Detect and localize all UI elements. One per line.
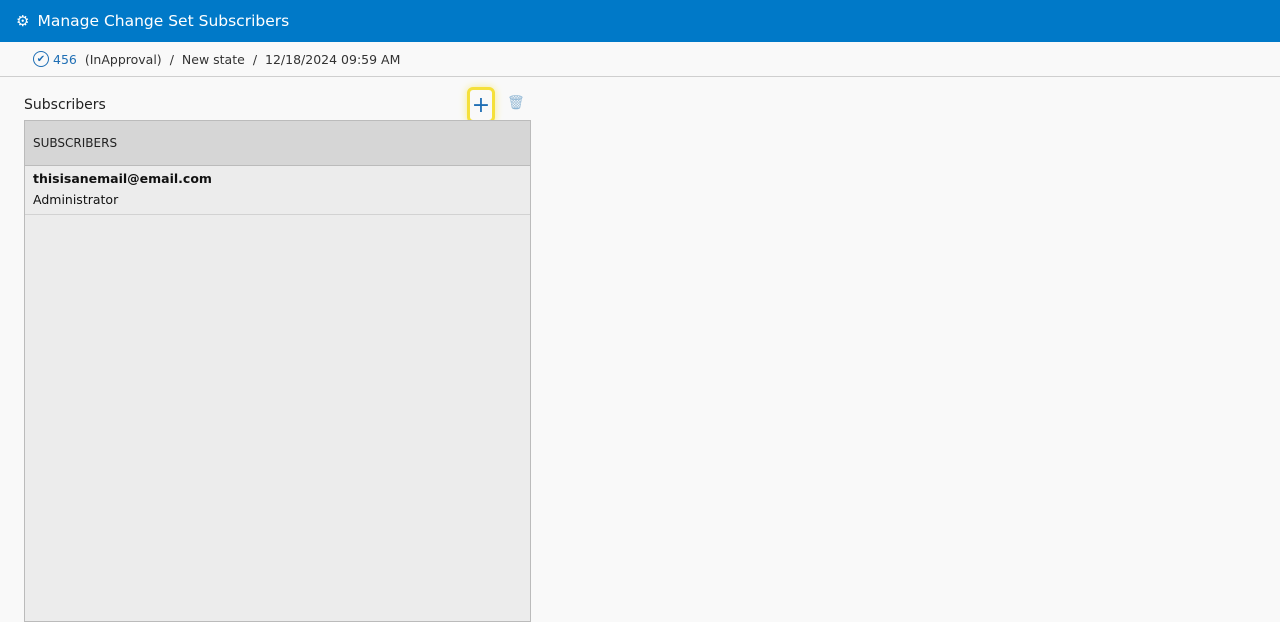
date-text: 12/18/2024 09:59 AM [265,51,401,67]
column-header[interactable]: SUBSCRIBERS [25,121,530,166]
status-text: (InApproval) [84,51,162,67]
separator: / [169,51,174,67]
separator: / [252,51,258,67]
page-title: Manage Change Set Subscribers [37,12,290,30]
trash-icon[interactable]: 🗑 [507,95,525,111]
state-text: New state [181,51,245,67]
breadcrumb: ✔ 456 (InApproval) / New state / 12/18/2… [0,42,1280,77]
subscriber-email: thisisanemail@email.com [33,171,212,186]
check-icon: ✔ [33,51,49,67]
change-set-link[interactable]: 456 [53,52,77,67]
gears-icon: ⚙ [16,12,30,30]
subscribers-table: SUBSCRIBERS thisisanemail@email.com Admi… [24,120,531,622]
header: ⚙ Manage Change Set Subscribers [0,0,1280,42]
subscriber-role: Administrator [33,192,119,207]
table-row[interactable]: thisisanemail@email.com Administrator [25,166,530,215]
section-title: Subscribers [24,97,106,113]
add-subscriber-button[interactable]: + [467,87,495,123]
